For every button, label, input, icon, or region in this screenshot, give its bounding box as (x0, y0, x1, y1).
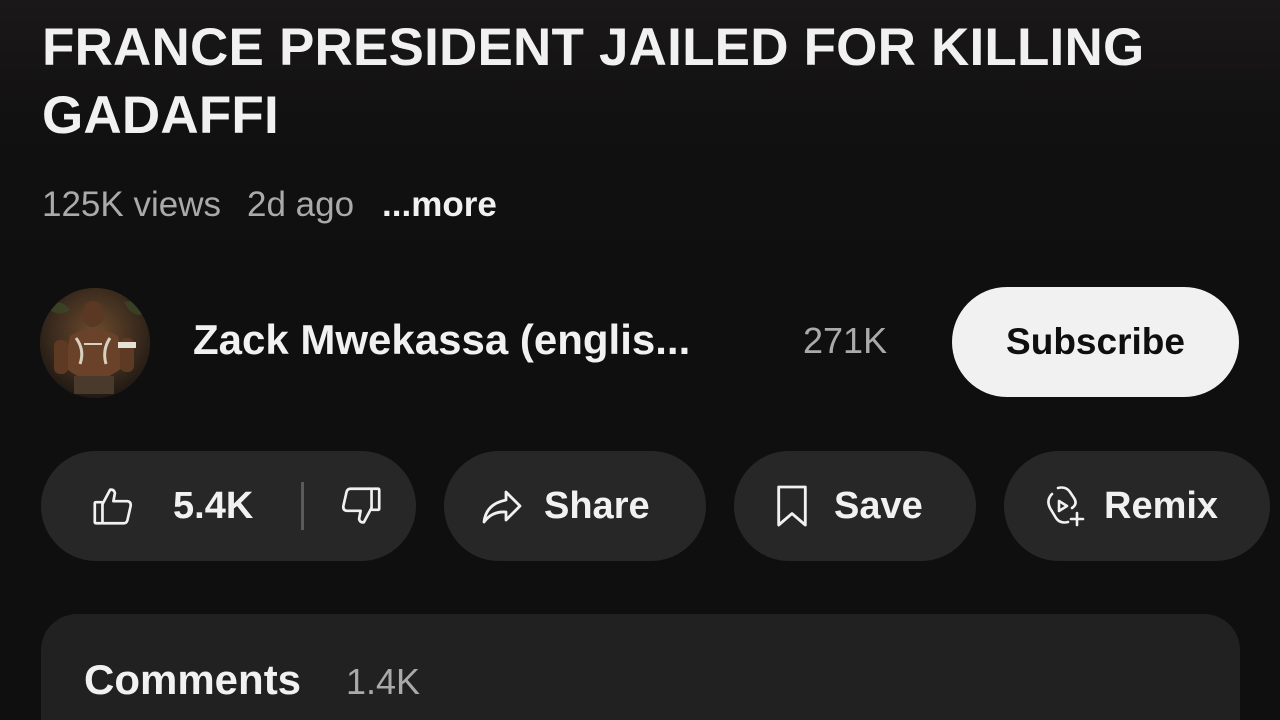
thumbs-up-icon (89, 482, 137, 530)
action-bar: 5.4K Share Save Remix (0, 451, 1280, 561)
save-button[interactable]: Save (734, 451, 976, 561)
video-meta[interactable]: 125K views 2d ago ...more (42, 183, 497, 227)
channel-avatar[interactable] (40, 288, 150, 398)
like-count: 5.4K (173, 484, 254, 527)
view-count: 125K views (42, 185, 221, 224)
subscribe-button[interactable]: Subscribe (952, 287, 1239, 397)
share-arrow-icon (478, 482, 526, 530)
channel-row: Zack Mwekassa (englis... 271K Subscribe (40, 287, 1240, 398)
subscriber-count: 271K (803, 320, 888, 361)
upload-age: 2d ago (246, 185, 355, 224)
comments-title: Comments (84, 656, 302, 703)
comments-count: 1.4K (346, 661, 421, 702)
dislike-button[interactable] (331, 451, 391, 561)
more-description-link[interactable]: ...more (382, 185, 497, 225)
comments-panel[interactable]: Comments 1.4K (41, 614, 1240, 720)
remix-label: Remix (1104, 484, 1219, 527)
channel-name[interactable]: Zack Mwekassa (englis... (193, 316, 690, 364)
thumbs-down-icon (338, 483, 384, 529)
like-dislike-pill: 5.4K (41, 451, 416, 561)
share-button[interactable]: Share (444, 451, 706, 561)
video-title[interactable]: FRANCE PRESIDENT JAILED FOR KILLING GADA… (42, 14, 1222, 150)
like-divider (301, 482, 304, 530)
like-button[interactable]: 5.4K (89, 451, 299, 561)
save-label: Save (834, 484, 923, 527)
avatar-image (40, 288, 150, 398)
remix-button[interactable]: Remix (1004, 451, 1270, 561)
bookmark-icon (772, 482, 812, 530)
watch-page: FRANCE PRESIDENT JAILED FOR KILLING GADA… (0, 0, 1280, 720)
remix-icon (1040, 482, 1088, 530)
share-label: Share (544, 484, 650, 527)
